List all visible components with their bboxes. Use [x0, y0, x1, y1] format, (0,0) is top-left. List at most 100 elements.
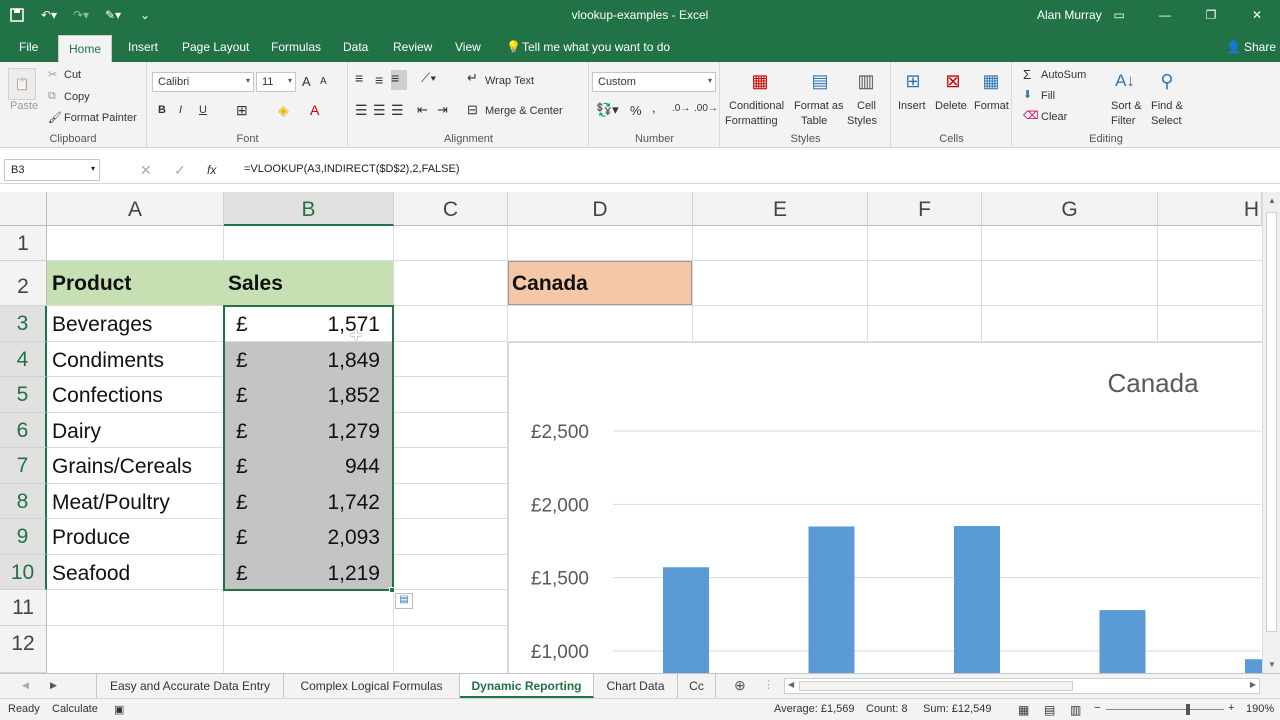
close-icon[interactable]: ✕: [1234, 0, 1280, 30]
align-left-icon[interactable]: ☰: [355, 102, 368, 119]
product-cell[interactable]: Dairy: [52, 420, 101, 444]
tab-formulas[interactable]: Formulas: [271, 40, 321, 54]
row-header-6[interactable]: 6: [0, 413, 47, 448]
tab-insert[interactable]: Insert: [128, 40, 158, 54]
conditional-formatting-icon[interactable]: ▦: [745, 66, 775, 96]
delete-button[interactable]: Delete: [935, 100, 967, 112]
prev-sheet-icon[interactable]: ◀: [22, 680, 29, 691]
select-all-corner[interactable]: [0, 192, 47, 226]
cut-button[interactable]: Cut: [64, 69, 81, 81]
user-name[interactable]: Alan Murray: [1037, 8, 1102, 22]
share-icon[interactable]: 👤: [1226, 40, 1241, 54]
tab-page-layout[interactable]: Page Layout: [182, 40, 249, 54]
conditional-formatting-line2[interactable]: Formatting: [725, 115, 778, 127]
currency-cell[interactable]: £: [236, 384, 248, 408]
sort-filter-line1[interactable]: Sort &: [1111, 100, 1142, 112]
tab-home[interactable]: Home: [58, 35, 113, 62]
clear-button[interactable]: Clear: [1041, 111, 1067, 123]
wrap-text-button[interactable]: Wrap Text: [485, 75, 534, 87]
chart-area[interactable]: Canada £1,000 £1,500 £2,000 £2,500: [508, 342, 1262, 673]
currency-cell[interactable]: £: [236, 491, 248, 515]
status-calculate[interactable]: Calculate: [52, 703, 98, 715]
sheet-tab-active[interactable]: Dynamic Reporting: [460, 674, 594, 698]
currency-cell[interactable]: £: [236, 313, 248, 337]
quick-analysis-icon[interactable]: ▤: [395, 593, 413, 609]
conditional-formatting-line1[interactable]: Conditional: [729, 100, 784, 112]
column-header-a[interactable]: A: [47, 192, 224, 226]
format-button[interactable]: Format: [974, 100, 1009, 112]
sales-cell[interactable]: 2,093: [327, 526, 380, 550]
tab-file[interactable]: File: [19, 40, 38, 54]
sheet-tab[interactable]: Easy and Accurate Data Entry: [96, 674, 284, 698]
horizontal-scrollbar[interactable]: ◀ ▶: [784, 678, 1260, 694]
insert-cells-icon[interactable]: ⊞: [900, 66, 926, 96]
column-header-f[interactable]: F: [868, 192, 982, 226]
tab-split-icon[interactable]: ⋮: [763, 678, 774, 691]
merge-center-button[interactable]: Merge & Center: [485, 105, 563, 117]
row-header-7[interactable]: 7: [0, 448, 47, 484]
find-select-line2[interactable]: Select: [1151, 115, 1182, 127]
row-header-11[interactable]: 11: [0, 590, 47, 626]
product-cell[interactable]: Beverages: [52, 313, 152, 337]
product-cell[interactable]: Confections: [52, 384, 163, 408]
cut-icon[interactable]: ✂: [48, 68, 57, 81]
currency-cell[interactable]: £: [236, 526, 248, 550]
column-header-h[interactable]: H: [1158, 192, 1262, 226]
zoom-out-icon[interactable]: −: [1094, 702, 1100, 714]
product-cell[interactable]: Meat/Poultry: [52, 491, 170, 515]
row-header-12[interactable]: 12: [0, 626, 47, 673]
row-header-1[interactable]: 1: [0, 226, 47, 261]
row-header-4[interactable]: 4: [0, 342, 47, 377]
cell-styles-line1[interactable]: Cell: [857, 100, 876, 112]
insert-function-icon[interactable]: fx: [207, 163, 216, 177]
grow-font-button[interactable]: A: [302, 74, 311, 89]
minimize-icon[interactable]: —: [1142, 0, 1188, 30]
decrease-indent-icon[interactable]: ⇤: [417, 102, 428, 118]
ribbon-display-icon[interactable]: ▭: [1096, 0, 1142, 30]
column-header-d[interactable]: D: [508, 192, 693, 226]
vertical-scrollbar[interactable]: ▲ ▼: [1262, 192, 1280, 673]
find-select-icon[interactable]: ⚲: [1153, 66, 1181, 96]
currency-icon[interactable]: 💱▾: [596, 102, 619, 118]
comma-button[interactable]: ,: [652, 100, 656, 115]
format-table-line2[interactable]: Table: [801, 115, 827, 127]
sort-filter-icon[interactable]: A↓: [1111, 66, 1139, 96]
align-top-icon[interactable]: ≡: [355, 70, 363, 86]
scroll-left-icon[interactable]: ◀: [788, 680, 794, 689]
product-cell[interactable]: Condiments: [52, 349, 164, 373]
zoom-level[interactable]: 190%: [1246, 703, 1274, 715]
format-cells-icon[interactable]: ▦: [978, 66, 1004, 96]
scroll-down-icon[interactable]: ▼: [1268, 660, 1276, 669]
increase-indent-icon[interactable]: ⇥: [437, 102, 448, 118]
align-right-icon[interactable]: ☰: [391, 102, 404, 119]
wrap-text-icon[interactable]: ↵: [467, 70, 478, 86]
add-sheet-icon[interactable]: ⊕: [734, 677, 746, 694]
align-middle-icon[interactable]: ≡: [375, 72, 383, 88]
fill-color-icon[interactable]: ◈: [278, 102, 289, 119]
font-color-icon[interactable]: A: [310, 102, 319, 118]
cell-styles-line2[interactable]: Styles: [847, 115, 877, 127]
sales-cell[interactable]: 1,279: [327, 420, 380, 444]
increase-decimal-icon[interactable]: .0→: [672, 103, 690, 114]
header-sales[interactable]: Sales: [228, 272, 283, 296]
column-header-b[interactable]: B: [224, 192, 394, 226]
tab-review[interactable]: Review: [393, 40, 432, 54]
column-header-c[interactable]: C: [394, 192, 508, 226]
column-header-g[interactable]: G: [982, 192, 1158, 226]
sales-cell[interactable]: 1,742: [327, 491, 380, 515]
font-size-select[interactable]: 11 ▾: [256, 72, 296, 92]
tab-data[interactable]: Data: [343, 40, 368, 54]
enter-entry-icon[interactable]: ✓: [174, 162, 186, 179]
zoom-slider-thumb[interactable]: [1186, 704, 1190, 715]
column-header-e[interactable]: E: [693, 192, 868, 226]
italic-button[interactable]: I: [179, 104, 182, 116]
find-select-line1[interactable]: Find &: [1151, 100, 1183, 112]
normal-view-icon[interactable]: ▦: [1018, 703, 1029, 717]
align-bottom-icon[interactable]: ≡: [391, 70, 407, 90]
format-as-table-icon[interactable]: ▤: [805, 66, 835, 96]
insert-button[interactable]: Insert: [898, 100, 926, 112]
bold-button[interactable]: B: [158, 104, 166, 116]
sheet-tab[interactable]: Chart Data: [594, 674, 678, 698]
copy-button[interactable]: Copy: [64, 91, 90, 103]
sales-cell[interactable]: 1,852: [327, 384, 380, 408]
